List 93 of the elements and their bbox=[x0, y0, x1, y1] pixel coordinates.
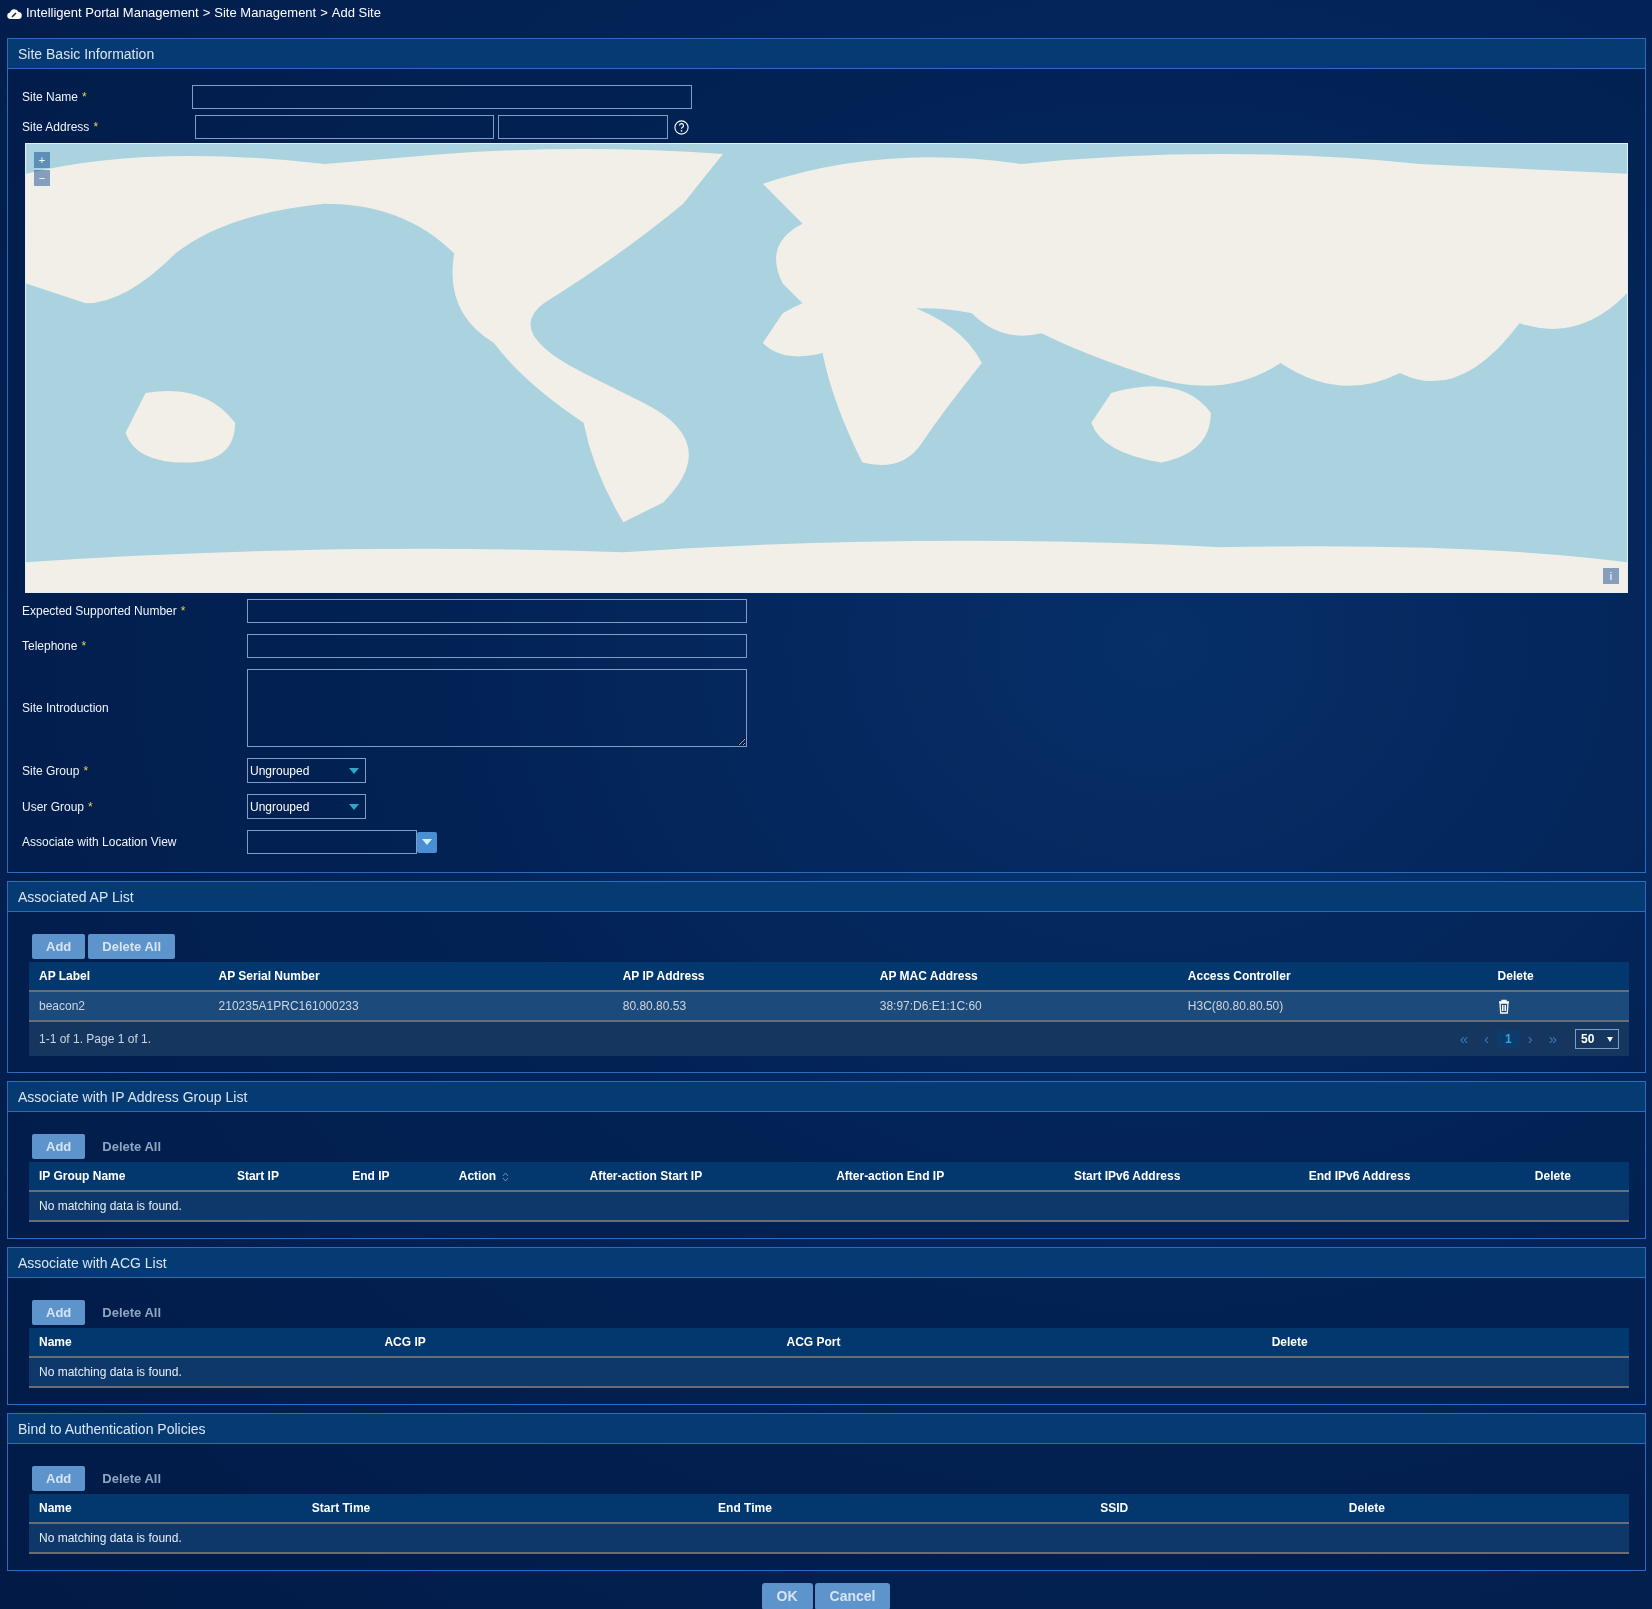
empty-message: No matching data is found. bbox=[39, 1531, 182, 1545]
trash-icon[interactable] bbox=[1497, 999, 1510, 1015]
field-label: Site Introduction bbox=[22, 701, 109, 715]
cancel-button[interactable]: Cancel bbox=[814, 1583, 891, 1609]
column-header: Start IPv6 Address bbox=[1064, 1162, 1299, 1191]
dropdown[interactable]: Ungrouped bbox=[247, 758, 366, 783]
field-label: Telephone bbox=[22, 639, 78, 653]
caret-icon bbox=[422, 839, 432, 845]
info-button[interactable]: i bbox=[1603, 568, 1619, 584]
caret-icon bbox=[349, 767, 359, 774]
help-icon[interactable] bbox=[674, 119, 689, 135]
empty-message: No matching data is found. bbox=[39, 1365, 182, 1379]
column-header: Delete bbox=[1261, 1328, 1629, 1357]
zoom-in-button[interactable]: + bbox=[34, 152, 50, 168]
table-cell: 210235A1PRC161000233 bbox=[208, 991, 613, 1021]
column-header: Start IP bbox=[226, 1162, 343, 1191]
required-mark: * bbox=[81, 639, 87, 653]
breadcrumb-link[interactable]: Intelligent Portal Management bbox=[26, 3, 199, 23]
field-label: Site Address bbox=[22, 120, 90, 134]
page-link[interactable]: 1 bbox=[1496, 1030, 1520, 1048]
input-field[interactable] bbox=[247, 830, 417, 854]
column-header: Delete bbox=[1487, 962, 1629, 991]
last-page-link[interactable]: » bbox=[1540, 1027, 1565, 1051]
field-label: Site Group bbox=[22, 763, 80, 778]
column-header[interactable]: Action bbox=[448, 1162, 580, 1191]
table-cell: 80.80.80.53 bbox=[612, 991, 870, 1021]
caret-icon bbox=[1607, 1036, 1613, 1042]
toolbar-button[interactable]: Add bbox=[32, 1134, 86, 1159]
table-cell: beacon2 bbox=[29, 991, 209, 1021]
panel-title: Associate with IP Address Group List bbox=[8, 1082, 1645, 1112]
column-header: End IPv6 Address bbox=[1298, 1162, 1525, 1191]
column-header: AP Serial Number bbox=[208, 962, 613, 991]
panel-title: Bind to Authentication Policies bbox=[8, 1414, 1645, 1444]
column-header: ACG IP bbox=[374, 1328, 777, 1357]
zoom-out-button[interactable]: − bbox=[34, 170, 50, 186]
next-page-link[interactable]: › bbox=[1519, 1027, 1541, 1051]
required-mark: * bbox=[83, 763, 89, 778]
toolbar-button[interactable]: Add bbox=[32, 1300, 86, 1325]
first-page-link[interactable]: « bbox=[1451, 1027, 1476, 1051]
dropdown-value: Ungrouped bbox=[250, 762, 310, 780]
required-mark: * bbox=[180, 604, 186, 618]
table-cell: 38:97:D6:E1:1C:60 bbox=[869, 991, 1178, 1021]
column-header: IP Group Name bbox=[29, 1162, 227, 1191]
breadcrumb-separator: > bbox=[320, 4, 328, 23]
column-header: After-action Start IP bbox=[579, 1162, 827, 1191]
column-header: End Time bbox=[708, 1494, 1091, 1523]
column-header: End IP bbox=[342, 1162, 449, 1191]
toolbar-button[interactable]: Delete All bbox=[88, 934, 176, 959]
dropdown-value: Ungrouped bbox=[250, 798, 310, 816]
sort-icon[interactable] bbox=[502, 1171, 510, 1182]
column-header: Start Time bbox=[301, 1494, 709, 1523]
column-header: Access Controller bbox=[1177, 962, 1488, 991]
input-field[interactable] bbox=[195, 115, 494, 139]
breadcrumb-separator: > bbox=[202, 4, 211, 23]
table-cell: H3C(80.80.80.50) bbox=[1177, 991, 1488, 1021]
column-header: Name bbox=[29, 1328, 375, 1357]
column-header: Delete bbox=[1338, 1494, 1629, 1523]
required-mark: * bbox=[82, 90, 87, 104]
column-header: After-action End IP bbox=[826, 1162, 1065, 1191]
panel-title: Associate with ACG List bbox=[8, 1248, 1645, 1278]
column-header: Delete bbox=[1524, 1162, 1629, 1191]
field-label: Site Name bbox=[22, 90, 79, 104]
input-field[interactable] bbox=[498, 115, 668, 139]
empty-message: No matching data is found. bbox=[39, 1199, 182, 1213]
breadcrumb-link[interactable]: Site Management bbox=[214, 3, 317, 23]
field-label: Expected Supported Number bbox=[22, 604, 177, 618]
column-header: ACG Port bbox=[776, 1328, 1262, 1357]
toolbar-button[interactable]: Add bbox=[32, 934, 86, 959]
input-field[interactable] bbox=[247, 634, 747, 658]
previous-page-link[interactable]: ‹ bbox=[1475, 1027, 1497, 1051]
input-field[interactable] bbox=[192, 85, 692, 109]
page-size-dropdown[interactable]: 50 bbox=[1575, 1029, 1619, 1049]
input-field[interactable] bbox=[247, 599, 747, 623]
dropdown-button[interactable] bbox=[417, 831, 437, 853]
text-area[interactable] bbox=[247, 669, 747, 747]
required-mark: * bbox=[93, 120, 99, 134]
column-header: AP IP Address bbox=[612, 962, 870, 991]
dropdown[interactable]: Ungrouped bbox=[247, 794, 366, 819]
field-label: Associate with Location View bbox=[22, 835, 177, 849]
panel-title: Associated AP List bbox=[8, 882, 1645, 912]
toolbar-button[interactable]: Add bbox=[32, 1466, 86, 1491]
ok-button[interactable]: OK bbox=[761, 1583, 813, 1609]
page-summary: 1-1 of 1. Page 1 of 1. bbox=[39, 1031, 152, 1048]
required-mark: * bbox=[88, 799, 93, 814]
column-header: SSID bbox=[1090, 1494, 1339, 1523]
caret-icon bbox=[349, 803, 359, 810]
breadcrumb-current: Add Site bbox=[331, 4, 381, 23]
field-label: User Group bbox=[22, 799, 85, 814]
panel-title: Site Basic Information bbox=[8, 39, 1645, 69]
cloud-icon bbox=[6, 6, 22, 20]
column-header: Name bbox=[29, 1494, 302, 1523]
column-header: AP Label bbox=[29, 962, 209, 991]
column-header: AP MAC Address bbox=[869, 962, 1178, 991]
